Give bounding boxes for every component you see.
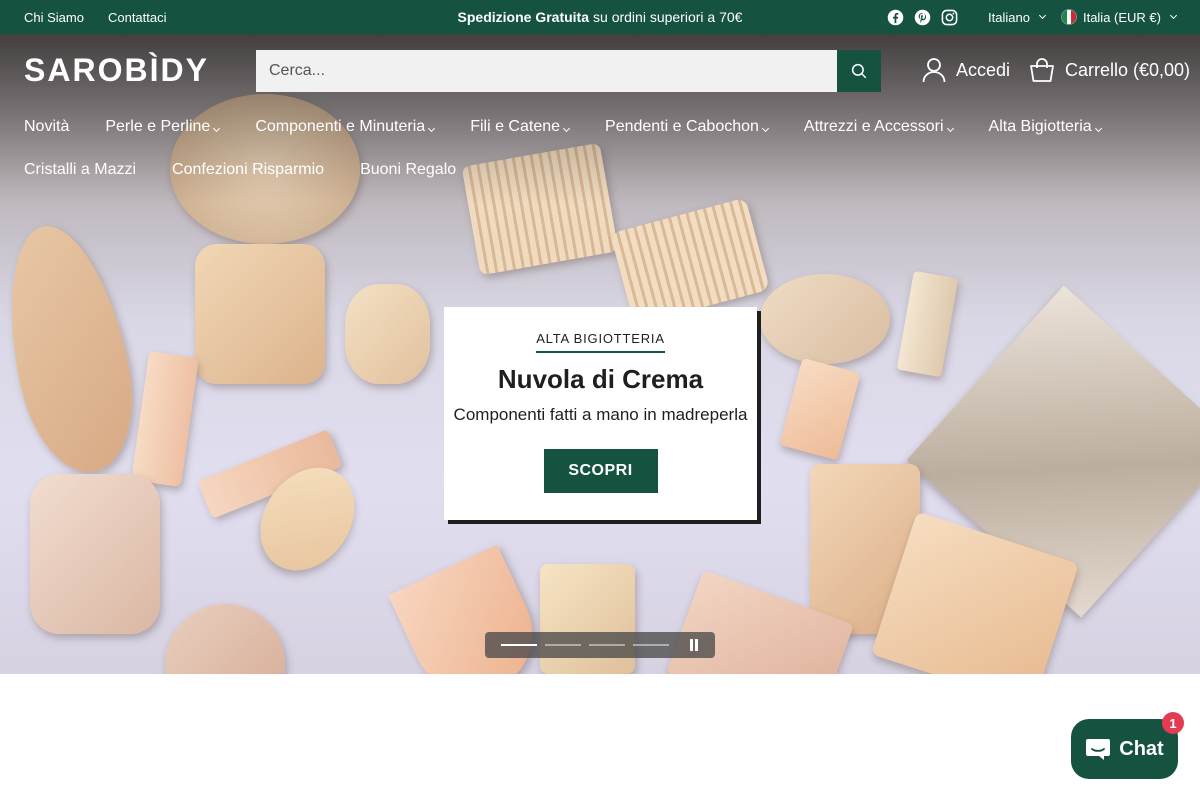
search-bar [256, 50, 881, 92]
user-icon [922, 58, 946, 83]
nav-label: Perle e Perline [105, 118, 211, 135]
nav-label: Pendenti e Cabochon [605, 118, 759, 135]
nav-item-perle[interactable]: Perle e Perline [105, 118, 221, 136]
nav-label: Attrezzi e Accessori [803, 118, 944, 135]
promo-subtitle: Componenti fatti a mano in madreperla [453, 405, 748, 424]
slide-indicator[interactable] [501, 644, 537, 646]
nav-item-buoni-regalo[interactable]: Buoni Regalo [360, 161, 456, 179]
nav-item-alta-bigiotteria[interactable]: Alta Bigiotteria [988, 118, 1102, 136]
announcement-bar: Chi Siamo Contattaci Spedizione Gratuita… [0, 0, 1200, 34]
site-logo[interactable]: SAROBÌDY [24, 52, 209, 89]
topbar-right: Italiano Italia (EUR €) [887, 0, 1178, 34]
chevron-down-icon [761, 124, 769, 133]
search-icon [851, 63, 867, 79]
hero-image-bead [779, 357, 861, 461]
nav-label: Novità [24, 118, 70, 135]
promo-text: su ordini superiori a 70€ [593, 9, 743, 25]
nav-label: Fili e Catene [470, 118, 561, 135]
slide-indicator[interactable] [589, 644, 625, 646]
nav-item-fili[interactable]: Fili e Catene [470, 118, 571, 136]
nav-label: Componenti e Minuteria [255, 118, 426, 135]
italy-flag-icon [1060, 9, 1077, 25]
language-selector[interactable]: Italiano [988, 9, 1047, 25]
currency-selector[interactable]: Italia (EUR €) [1060, 9, 1178, 25]
pinterest-icon[interactable] [914, 9, 931, 26]
cart-label: Carrello (€0,00) [1065, 59, 1191, 80]
promo-bold: Spedizione Gratuita [457, 9, 590, 25]
nav-item-cristalli[interactable]: Cristalli a Mazzi [24, 161, 136, 179]
discover-button[interactable]: SCOPRI [543, 449, 658, 493]
search-input[interactable] [256, 50, 837, 92]
facebook-icon[interactable] [887, 9, 904, 26]
cart-link[interactable]: Carrello (€0,00) [1029, 57, 1190, 83]
slide-indicator[interactable] [633, 644, 669, 646]
search-button[interactable] [837, 50, 881, 92]
about-link[interactable]: Chi Siamo [24, 10, 84, 25]
chevron-down-icon [1038, 11, 1047, 20]
promo-title: Nuvola di Crema [497, 364, 704, 394]
hero-image-bead [760, 274, 890, 364]
nav-label: Alta Bigiotteria [988, 118, 1092, 135]
chat-label: Chat [1119, 737, 1164, 760]
chevron-down-icon [428, 124, 436, 133]
chevron-down-icon [946, 124, 954, 133]
promo-kicker[interactable]: ALTA BIGIOTTERIA [536, 331, 665, 353]
chat-notification-badge: 1 [1162, 712, 1184, 734]
contact-link[interactable]: Contattaci [108, 10, 167, 25]
hero-image-bead [131, 351, 199, 487]
topbar-links: Chi Siamo Contattaci [24, 0, 167, 34]
hero-image-bead [0, 215, 149, 483]
language-label: Italiano [988, 9, 1030, 25]
chat-button[interactable]: Chat [1071, 719, 1178, 779]
hero-image-bead [896, 270, 959, 378]
slideshow-controls [485, 632, 715, 658]
nav-item-componenti[interactable]: Componenti e Minuteria [255, 118, 436, 136]
currency-label: Italia (EUR €) [1082, 9, 1161, 25]
nav-item-attrezzi[interactable]: Attrezzi e Accessori [803, 118, 954, 136]
pause-icon[interactable] [689, 639, 699, 651]
promo-card: ALTA BIGIOTTERIA Nuvola di Crema Compone… [444, 307, 757, 520]
nav-item-confezioni[interactable]: Confezioni Risparmio [172, 161, 324, 179]
slide-indicator[interactable] [545, 644, 581, 646]
chevron-down-icon [1094, 124, 1102, 133]
hero-image-bead [345, 284, 430, 384]
instagram-icon[interactable] [941, 9, 958, 26]
chevron-down-icon [213, 124, 221, 133]
social-links [887, 9, 958, 26]
main-nav-row-2: Cristalli a Mazzi Confezioni Risparmio B… [24, 161, 456, 179]
account-label: Accedi [956, 59, 1011, 80]
chat-bubble-icon [1086, 739, 1111, 760]
hero-image-bead [195, 244, 325, 384]
chevron-down-icon [562, 124, 571, 133]
main-nav-row-1: Novità Perle e Perline Componenti e Minu… [24, 118, 1102, 136]
hero-image-bead [30, 474, 160, 634]
shopping-bag-icon [1030, 58, 1054, 82]
hero-image-bead [165, 604, 285, 674]
chevron-down-icon [1169, 11, 1178, 20]
nav-item-novita[interactable]: Novità [24, 118, 69, 136]
account-link[interactable]: Accedi [922, 57, 1010, 83]
nav-item-pendenti[interactable]: Pendenti e Cabochon [605, 118, 769, 136]
